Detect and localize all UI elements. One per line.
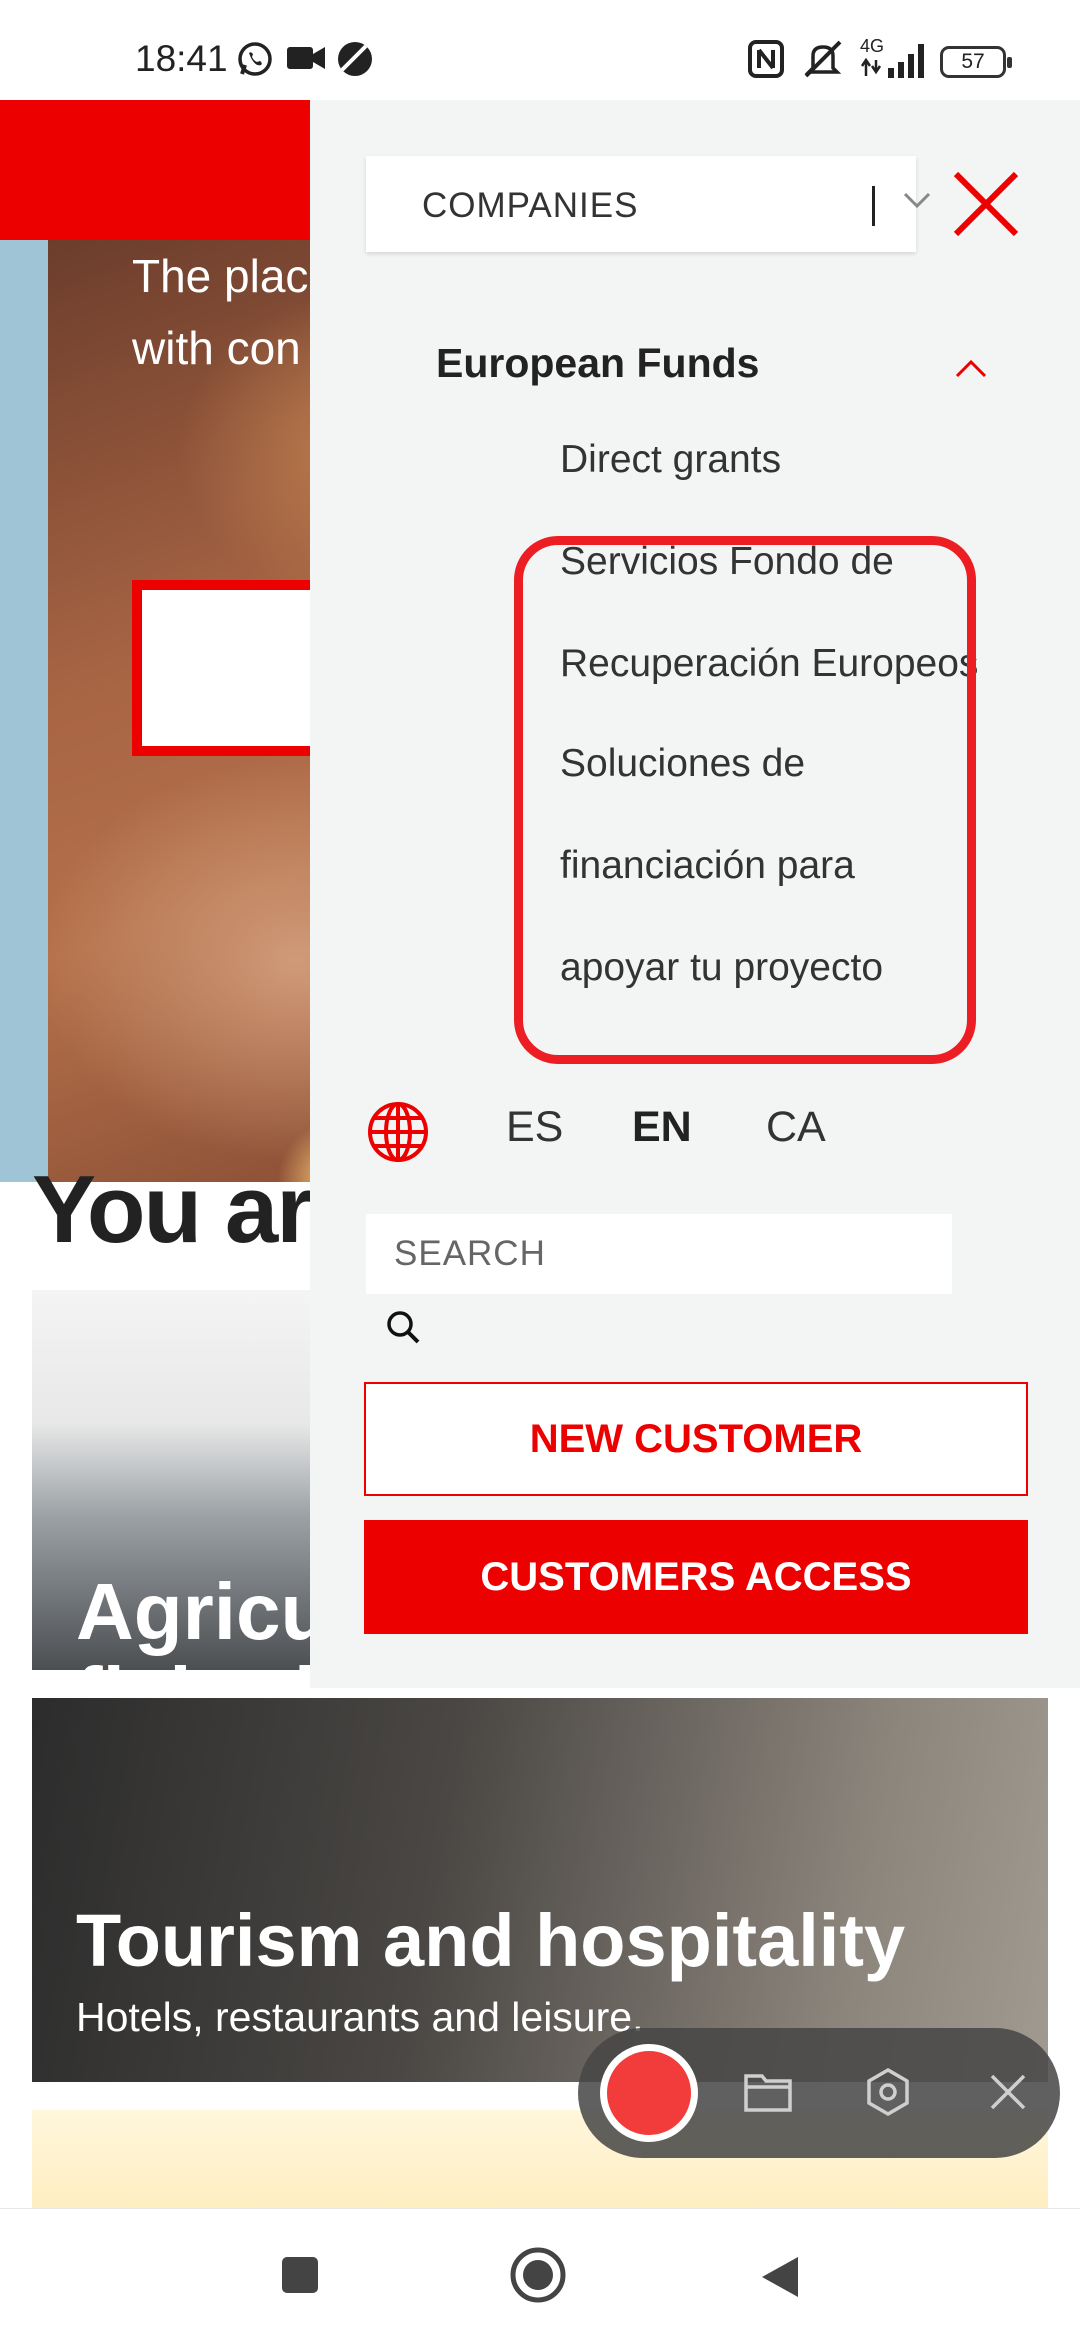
recents-square-icon[interactable] — [278, 2253, 322, 2302]
status-bar: 18:41 4G 57 — [0, 0, 1080, 100]
whatsapp-icon — [236, 40, 274, 83]
screen-recorder-toolbar — [578, 2028, 1060, 2158]
select-divider — [872, 186, 875, 226]
battery-indicator: 57 — [940, 46, 1012, 78]
record-icon[interactable] — [600, 2044, 698, 2142]
video-camera-icon — [286, 40, 326, 81]
signal-4g-icon — [858, 40, 930, 85]
segment-select-value: COMPANIES — [422, 186, 639, 225]
chevron-down-icon — [902, 188, 932, 217]
submenu-item-direct-grants[interactable]: Direct grants — [560, 438, 781, 482]
card-subtitle: Hotels, restaurants and leisure. — [76, 1994, 644, 2040]
language-ca[interactable]: CA — [766, 1103, 826, 1152]
globe-icon — [366, 1100, 430, 1169]
hero-text-line: The place with con — [132, 250, 335, 374]
language-es[interactable]: ES — [506, 1103, 563, 1152]
system-nav-bar — [0, 2208, 1080, 2340]
close-icon — [953, 171, 1019, 237]
home-circle-icon[interactable] — [508, 2247, 568, 2310]
status-time: 18:41 — [135, 38, 228, 79]
annotation-highlight-box — [514, 536, 976, 1064]
close-icon[interactable] — [982, 2066, 1034, 2123]
settings-hex-icon[interactable] — [862, 2066, 914, 2123]
nfc-icon — [748, 40, 784, 83]
search-input[interactable] — [366, 1214, 952, 1294]
vibrate-mute-icon — [800, 40, 846, 83]
folder-icon[interactable] — [742, 2066, 794, 2123]
back-triangle-icon[interactable] — [758, 2253, 802, 2306]
vpn-icon — [336, 40, 374, 83]
customers-access-button[interactable]: CUSTOMERS ACCESS — [364, 1520, 1028, 1634]
search-icon[interactable] — [384, 1308, 424, 1353]
close-menu-button[interactable] — [950, 168, 1022, 240]
side-menu: COMPANIES European Funds Direct grants S… — [310, 100, 1080, 1688]
new-customer-button[interactable]: NEW CUSTOMER — [364, 1382, 1028, 1496]
language-en[interactable]: EN — [632, 1103, 692, 1152]
menu-section-title[interactable]: European Funds — [436, 340, 759, 387]
card-title: Tourism and hospitality — [76, 1899, 906, 1982]
battery-level: 57 — [961, 50, 985, 73]
sector-card-tourism[interactable]: Tourism and hospitality Hotels, restaura… — [32, 1698, 1048, 2082]
hero-text: The place with con — [132, 240, 334, 384]
chevron-up-icon[interactable] — [954, 358, 988, 385]
segment-select[interactable]: COMPANIES — [366, 156, 931, 252]
